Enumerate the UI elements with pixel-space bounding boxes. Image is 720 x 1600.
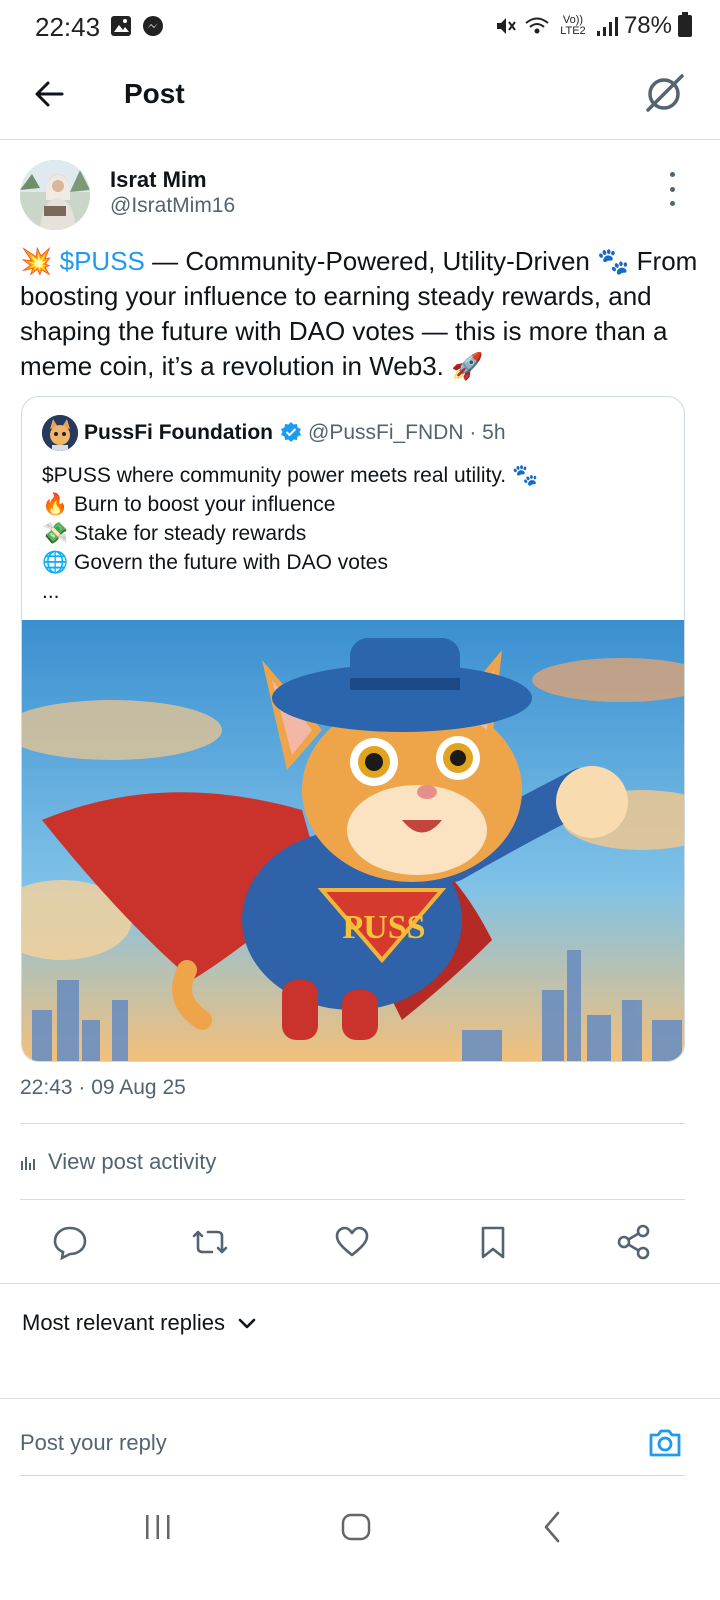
reply-input[interactable]: Post your reply	[20, 1430, 167, 1456]
chevron-left-icon	[544, 1511, 560, 1543]
quoted-time: · 5h	[469, 421, 506, 444]
home-button[interactable]	[334, 1505, 378, 1549]
view-activity-label: View post activity	[48, 1149, 217, 1174]
recent-apps-button[interactable]	[136, 1505, 180, 1549]
quoted-line: 🌐 Govern the future with DAO votes	[42, 551, 388, 574]
reply-icon	[53, 1226, 87, 1261]
analytics-icon	[21, 1157, 35, 1170]
grok-icon	[646, 74, 684, 112]
view-post-activity-link[interactable]: View post activity	[20, 1149, 216, 1175]
author-name[interactable]: Israt Mim	[110, 167, 207, 193]
puss-emblem: PUSS	[342, 909, 425, 946]
actions-divider	[0, 1283, 720, 1284]
quoted-avatar	[42, 415, 78, 451]
back-arrow-icon	[35, 81, 64, 107]
more-vertical-icon	[669, 172, 675, 177]
reply-input-underline	[20, 1475, 685, 1476]
repost-icon	[192, 1230, 228, 1254]
bookmark-button[interactable]	[473, 1222, 513, 1262]
sort-label: Most relevant replies	[22, 1310, 225, 1335]
mute-icon	[496, 18, 516, 34]
page-title: Post	[124, 78, 185, 109]
header-divider	[0, 139, 720, 140]
signal-icon	[596, 17, 618, 36]
reply-button[interactable]	[50, 1222, 90, 1262]
cashtag-link[interactable]: $PUSS	[60, 246, 145, 276]
battery-percent: 78%	[623, 12, 672, 39]
back-button[interactable]	[28, 72, 72, 116]
status-right: Vo)) LTE2 78%	[494, 12, 692, 40]
quoted-line: 💸 Stake for steady rewards	[42, 522, 307, 545]
battery-icon	[678, 12, 692, 37]
verified-badge-icon	[280, 421, 302, 443]
quoted-line: $PUSS where community power meets real u…	[42, 464, 539, 487]
quoted-handle: @PussFi_FNDN · 5h	[308, 421, 506, 445]
post-emoji: 💥	[20, 246, 53, 276]
quoted-post-card[interactable]: PussFi Foundation @PussFi_FNDN · 5h $PUS…	[21, 396, 685, 1062]
chevron-down-icon	[238, 1318, 256, 1329]
author-avatar[interactable]	[20, 160, 90, 230]
network-label: Vo)) LTE2	[560, 14, 586, 37]
more-dot	[669, 186, 675, 192]
grok-button[interactable]	[642, 70, 688, 116]
more-dot	[669, 201, 675, 206]
gallery-icon	[111, 16, 131, 36]
wifi-icon	[525, 17, 549, 34]
bookmark-icon	[481, 1226, 505, 1259]
status-time: 22:43	[35, 12, 101, 42]
status-notification-icons	[110, 14, 168, 45]
quoted-handle-text: @PussFi_FNDN	[308, 421, 464, 444]
camera-icon	[649, 1429, 681, 1457]
author-handle[interactable]: @IsratMim16	[110, 194, 235, 218]
share-icon	[617, 1224, 650, 1260]
more-options-button[interactable]	[660, 172, 684, 206]
reply-divider	[0, 1398, 720, 1399]
share-button[interactable]	[614, 1222, 654, 1262]
post-timestamp: 22:43 · 09 Aug 25	[20, 1076, 186, 1099]
messenger-icon	[143, 16, 163, 36]
quoted-author-name: PussFi Foundation	[84, 421, 273, 444]
post-text: 💥 $PUSS — Community-Powered, Utility-Dri…	[20, 244, 700, 384]
meta-divider	[20, 1123, 685, 1124]
camera-button[interactable]	[646, 1424, 684, 1462]
like-button[interactable]	[332, 1222, 372, 1262]
repost-button[interactable]	[190, 1222, 230, 1262]
heart-icon	[335, 1226, 369, 1257]
replies-sort-dropdown[interactable]: Most relevant replies	[22, 1310, 257, 1336]
quoted-post-text: $PUSS where community power meets real u…	[42, 461, 672, 606]
activity-divider	[20, 1199, 685, 1200]
home-icon	[341, 1513, 371, 1541]
recent-apps-icon	[146, 1515, 170, 1539]
system-back-button[interactable]	[530, 1505, 574, 1549]
quoted-post-image[interactable]: PUSS	[22, 620, 684, 1061]
quoted-line: 🔥 Burn to boost your influence	[42, 493, 336, 516]
quoted-line: ...	[42, 580, 60, 603]
